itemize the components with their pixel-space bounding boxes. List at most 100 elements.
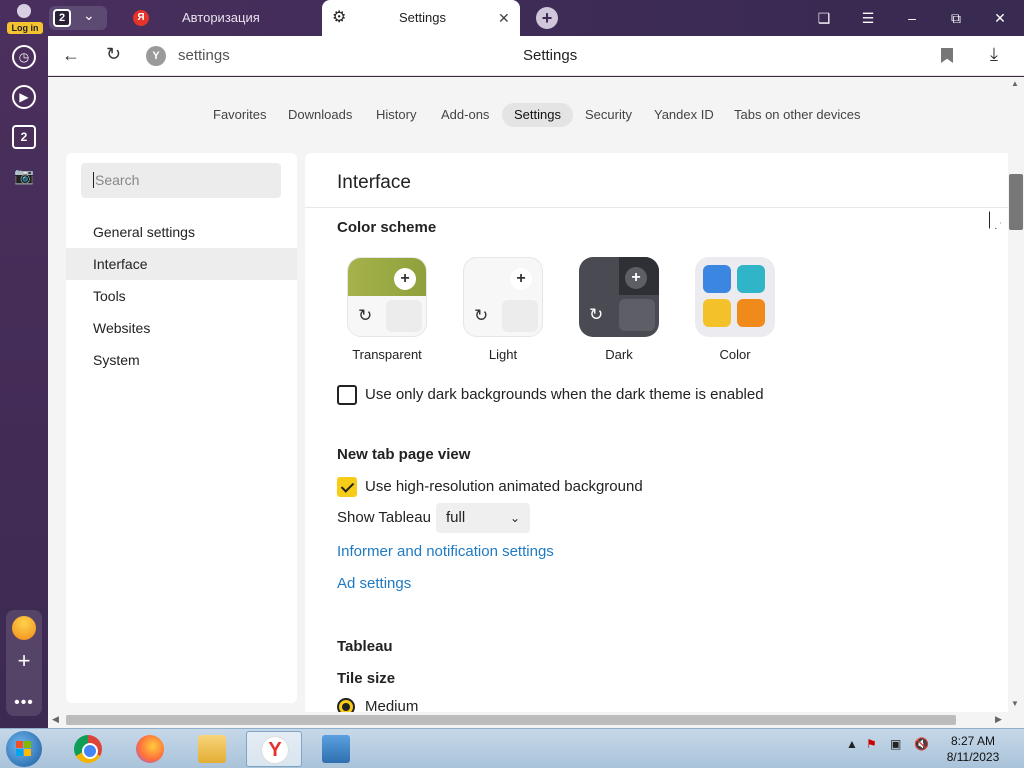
- minimize-button[interactable]: –: [892, 0, 932, 36]
- nav-tabs-other-devices[interactable]: Tabs on other devices: [722, 103, 872, 127]
- nav-security[interactable]: Security: [573, 103, 644, 127]
- theme-light[interactable]: + ↻ Light: [463, 257, 543, 362]
- more-icon[interactable]: •••: [12, 694, 36, 712]
- reload-icon[interactable]: ↻: [106, 44, 121, 65]
- taskbar-control-panel[interactable]: [308, 731, 364, 767]
- theme-transparent-preview: + ↻: [347, 257, 427, 337]
- close-tab-icon[interactable]: ✕: [498, 0, 510, 36]
- taskbar: Y ▲ ⚑ ▣ 🔇 8:27 AM 8/11/2023: [0, 728, 1024, 768]
- profile-avatar-icon: [17, 4, 31, 18]
- refresh-icon: ↻: [358, 306, 373, 325]
- settings-search-input[interactable]: Search: [81, 163, 281, 198]
- site-badge-icon[interactable]: Y: [146, 46, 166, 66]
- settings-item-interface[interactable]: Interface: [66, 248, 297, 280]
- action-center-icon[interactable]: ⚑: [866, 737, 877, 751]
- scrollbar-thumb[interactable]: [1009, 174, 1023, 230]
- informer-settings-link[interactable]: Informer and notification settings: [337, 543, 554, 560]
- select-value: full: [446, 509, 466, 526]
- back-arrow-icon[interactable]: ←: [62, 45, 80, 66]
- animated-background-checkbox[interactable]: [337, 477, 357, 497]
- tab-settings[interactable]: ⚙ Settings ✕: [322, 0, 520, 36]
- login-label: Log in: [7, 22, 43, 34]
- close-window-button[interactable]: ✕: [980, 0, 1020, 36]
- new-tab-button[interactable]: +: [536, 7, 558, 29]
- settings-page: Favorites Downloads History Add-ons Sett…: [48, 77, 1008, 712]
- bookmarks-collection-icon[interactable]: ❑: [804, 0, 844, 36]
- scroll-down-icon[interactable]: ▼: [1011, 699, 1019, 708]
- profile-button[interactable]: Log in: [4, 2, 44, 34]
- address-bar: ← ↻ Y settings Settings ⤓: [48, 36, 1024, 76]
- tab-title: Settings: [399, 10, 446, 25]
- tile-size-medium-radio[interactable]: [337, 698, 355, 712]
- add-app-icon[interactable]: +: [12, 648, 36, 674]
- tab-authorization[interactable]: Я Авторизация: [124, 0, 320, 36]
- theme-caption: Light: [488, 347, 518, 362]
- show-hidden-icons[interactable]: ▲: [846, 737, 858, 751]
- taskbar-explorer[interactable]: [184, 731, 240, 767]
- ad-settings-link[interactable]: Ad settings: [337, 575, 411, 592]
- browser-sidebar: ◷ ▶ 2 📷 + •••: [0, 36, 48, 728]
- settings-top-nav: Favorites Downloads History Add-ons Sett…: [48, 103, 1008, 129]
- theme-color-preview: [695, 257, 775, 337]
- restore-button[interactable]: ⧉: [936, 0, 976, 36]
- url-field[interactable]: settings: [178, 47, 230, 64]
- search-placeholder: Search: [95, 172, 140, 188]
- show-tableau-select[interactable]: full ⌄: [436, 503, 530, 533]
- menu-icon[interactable]: ☰: [848, 0, 888, 36]
- theme-transparent[interactable]: + ↻ Transparent: [347, 257, 427, 362]
- theme-dark[interactable]: + ↻ Dark: [579, 257, 659, 362]
- bookmark-icon[interactable]: [941, 48, 953, 63]
- chrome-icon: [74, 735, 102, 763]
- network-icon[interactable]: ▣: [890, 737, 901, 751]
- yandex-favicon-icon: Я: [133, 10, 149, 26]
- nav-favorites[interactable]: Favorites: [201, 103, 278, 127]
- vertical-scrollbar[interactable]: ▲ ▼: [1008, 77, 1024, 712]
- system-clock[interactable]: 8:27 AM 8/11/2023: [938, 733, 1008, 765]
- scroll-right-icon[interactable]: ▶: [995, 714, 1002, 725]
- tile-size-heading: Tile size: [337, 670, 396, 687]
- dark-backgrounds-checkbox[interactable]: [337, 385, 357, 405]
- nav-settings[interactable]: Settings: [502, 103, 573, 127]
- scroll-up-icon[interactable]: ▲: [1011, 79, 1019, 88]
- refresh-icon: ↻: [589, 305, 604, 324]
- nav-downloads[interactable]: Downloads: [276, 103, 364, 127]
- nav-addons[interactable]: Add-ons: [429, 103, 501, 127]
- tabs-count-icon[interactable]: 2: [12, 125, 36, 149]
- show-tableau-label: Show Tableau: [337, 509, 431, 526]
- theme-caption: Color: [719, 347, 751, 362]
- section-title: Interface: [337, 172, 411, 193]
- divider: [305, 207, 1008, 208]
- volume-muted-icon[interactable]: 🔇: [914, 737, 929, 751]
- tab-title: Авторизация: [182, 10, 260, 25]
- nav-yandex-id[interactable]: Yandex ID: [642, 103, 726, 127]
- scroll-left-icon[interactable]: ◀: [52, 714, 59, 725]
- windows-logo-icon: [16, 741, 32, 757]
- play-icon[interactable]: ▶: [12, 85, 36, 109]
- tab-count-button[interactable]: 2 ⌄: [49, 6, 107, 30]
- tableau-heading: Tableau: [337, 638, 393, 655]
- folder-icon: [198, 735, 226, 763]
- horizontal-scrollbar[interactable]: ◀ ▶: [48, 712, 1024, 728]
- settings-item-websites[interactable]: Websites: [66, 312, 297, 344]
- theme-color[interactable]: Color: [695, 257, 775, 362]
- download-icon[interactable]: ⤓: [990, 44, 998, 65]
- clock-date: 8/11/2023: [946, 750, 1000, 764]
- plus-icon: +: [625, 267, 647, 289]
- nav-history[interactable]: History: [364, 103, 428, 127]
- taskbar-firefox[interactable]: [122, 731, 178, 767]
- scrollbar-thumb[interactable]: [66, 715, 956, 725]
- taskbar-yandex[interactable]: Y: [246, 731, 302, 767]
- tab-count: 2: [53, 9, 71, 27]
- history-icon[interactable]: ◷: [12, 45, 36, 69]
- yandex-browser-icon: Y: [261, 736, 289, 764]
- alice-icon[interactable]: [12, 616, 36, 640]
- show-tableau-row: Show Tableau full ⌄: [337, 503, 530, 533]
- settings-item-system[interactable]: System: [66, 344, 297, 376]
- chevron-down-icon: ⌄: [509, 511, 520, 525]
- settings-item-general[interactable]: General settings: [66, 216, 297, 248]
- theme-caption: Transparent: [352, 347, 422, 362]
- settings-item-tools[interactable]: Tools: [66, 280, 297, 312]
- screenshot-icon[interactable]: 📷: [12, 165, 36, 189]
- taskbar-chrome[interactable]: [60, 731, 116, 767]
- start-button[interactable]: [6, 731, 42, 767]
